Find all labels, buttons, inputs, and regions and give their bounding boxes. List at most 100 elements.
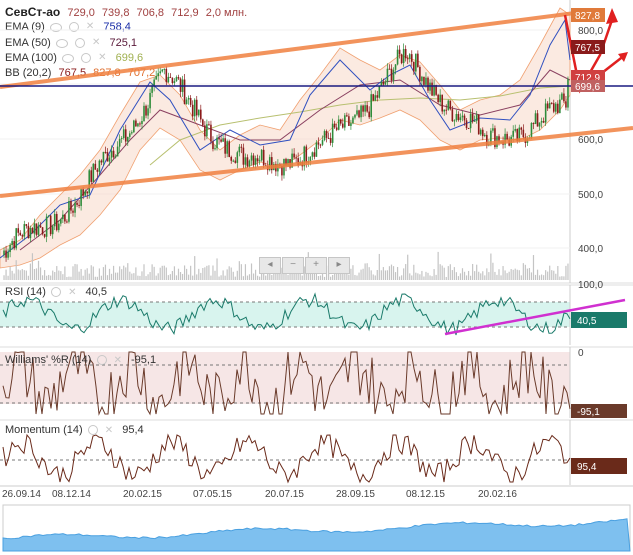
- volume-bar: [401, 275, 403, 280]
- candle-body: [532, 123, 535, 125]
- volume-bar: [163, 265, 165, 280]
- candle-body: [413, 61, 415, 72]
- volume-bar: [218, 276, 220, 280]
- volume-bar: [3, 275, 5, 280]
- candle-body: [208, 124, 210, 126]
- volume-bar: [269, 273, 271, 280]
- channel-upper-line[interactable]: [0, 11, 576, 89]
- volume-bar: [145, 276, 147, 280]
- volume-bar: [76, 264, 78, 280]
- volume-bar: [563, 276, 565, 280]
- candle-body: [114, 156, 117, 158]
- close-icon[interactable]: ✕: [105, 425, 113, 436]
- candle-body: [76, 202, 78, 205]
- volume-bar: [151, 264, 153, 280]
- volume-bar: [425, 271, 427, 280]
- candle-body: [455, 113, 458, 121]
- volume-bar: [429, 275, 431, 280]
- volume-bar: [551, 270, 553, 280]
- candle-body: [335, 127, 338, 130]
- scroll-left-button[interactable]: ◂: [259, 257, 281, 274]
- williams-legend[interactable]: Williams' %R (14) ✕ -95,1: [5, 354, 156, 366]
- volume-bar: [451, 270, 453, 280]
- candle-body: [471, 113, 474, 122]
- candle-body: [522, 129, 525, 138]
- candle-body: [362, 105, 364, 112]
- candle-body: [137, 123, 139, 127]
- volume-bar: [248, 274, 251, 280]
- volume-bar: [543, 275, 545, 280]
- candle-body: [226, 141, 228, 154]
- volume-bar: [463, 271, 466, 280]
- volume-bar: [94, 276, 96, 280]
- close-icon[interactable]: ✕: [114, 355, 122, 366]
- volume-bar: [358, 272, 360, 280]
- candle-body: [555, 103, 557, 112]
- candle-body: [183, 79, 186, 105]
- volume-bar: [100, 275, 102, 280]
- volume-bar: [405, 264, 407, 280]
- volume-bar: [350, 268, 352, 280]
- candle-body: [88, 170, 91, 194]
- navigator-panel[interactable]: [2, 504, 631, 552]
- volume-bar: [246, 275, 249, 280]
- volume-bar: [131, 273, 133, 280]
- chart-canvas[interactable]: 800,0 600,0 500,0 400,0 827,8 767,5 712,…: [0, 0, 633, 555]
- volume-bar: [19, 270, 21, 280]
- volume-bar: [175, 275, 178, 280]
- volume-bar: [534, 274, 537, 280]
- candle-body: [441, 94, 443, 112]
- candle-body: [120, 138, 123, 140]
- volume-bar: [518, 270, 520, 280]
- candle-body: [21, 235, 24, 237]
- momentum-legend[interactable]: Momentum (14) ✕ 95,4: [5, 424, 144, 436]
- volume-bar: [159, 267, 161, 280]
- candle-body: [250, 155, 253, 161]
- volume-bar: [139, 275, 141, 280]
- volume-bar: [409, 273, 411, 280]
- zoom-out-button[interactable]: −: [282, 257, 304, 274]
- volume-bar: [13, 273, 15, 280]
- volume-bar: [301, 275, 303, 280]
- volume-bar: [68, 276, 70, 280]
- volume-bar: [510, 269, 512, 280]
- volume-bar: [48, 274, 50, 280]
- zoom-in-button[interactable]: +: [305, 257, 327, 274]
- candle-body: [35, 223, 38, 235]
- volume-bar: [516, 269, 518, 280]
- volume-bar: [317, 276, 320, 280]
- volume-bar: [528, 267, 531, 280]
- gear-icon[interactable]: [96, 355, 107, 366]
- candle-body: [258, 160, 261, 162]
- candle-body: [390, 68, 393, 81]
- gear-icon[interactable]: [51, 287, 62, 298]
- volume-bar: [149, 272, 151, 280]
- scroll-right-button[interactable]: ▸: [328, 257, 350, 274]
- gear-icon[interactable]: [87, 425, 98, 436]
- candle-body: [118, 138, 121, 147]
- candle-body: [313, 152, 316, 157]
- candle-body: [124, 129, 127, 142]
- volume-bar: [23, 270, 25, 280]
- volume-bar: [137, 275, 139, 280]
- candle-body: [465, 120, 468, 129]
- candle-body: [386, 68, 389, 83]
- volume-bar: [285, 273, 287, 280]
- candle-body: [360, 105, 362, 118]
- candle-body: [177, 77, 180, 79]
- volume-bar: [433, 269, 435, 280]
- candle-body: [317, 142, 320, 145]
- candle-body: [155, 76, 157, 80]
- candle-body: [39, 225, 42, 228]
- volume-bar: [494, 271, 496, 280]
- candle-body: [425, 77, 427, 85]
- close-icon[interactable]: ✕: [68, 287, 76, 298]
- volume-bar: [44, 270, 46, 280]
- candle-body: [319, 144, 322, 146]
- candle-body: [410, 54, 413, 62]
- rsi-legend[interactable]: RSI (14) ✕ 40,5: [5, 286, 107, 298]
- time-tick: 08.12.14: [52, 489, 91, 500]
- volume-bar: [194, 256, 196, 280]
- candle-body: [417, 53, 419, 68]
- price-tick: 500,0: [578, 190, 603, 201]
